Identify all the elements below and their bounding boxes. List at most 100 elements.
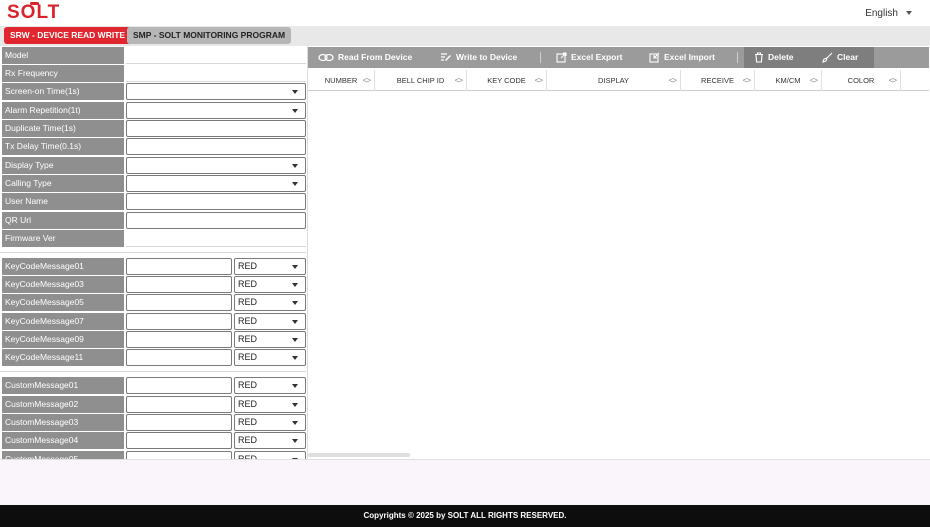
chevron-down-icon xyxy=(292,439,298,443)
custom-color-select[interactable]: RED xyxy=(234,414,306,431)
custom-message-input[interactable] xyxy=(126,414,232,431)
model-value xyxy=(126,47,306,64)
calling-type-select[interactable] xyxy=(126,175,306,192)
delete-button[interactable]: Delete xyxy=(744,47,812,68)
select-value: RED xyxy=(238,316,258,326)
copyright-text: Copyrights © 2025 by SOLT ALL RIGHTS RES… xyxy=(363,511,567,520)
screen-on-time-select[interactable] xyxy=(126,83,306,100)
select-value: RED xyxy=(238,399,258,409)
write-to-device-label: Write to Device xyxy=(456,52,518,62)
custom-color-select[interactable]: RED xyxy=(234,451,306,459)
excel-export-button[interactable]: Excel Export xyxy=(556,47,623,68)
select-value: RED xyxy=(238,435,258,445)
sort-icon: <> xyxy=(888,76,897,85)
field-label: CustomMessage01 xyxy=(2,377,124,394)
select-value: RED xyxy=(238,334,258,344)
delete-label: Delete xyxy=(768,52,794,62)
footer: Copyrights © 2025 by SOLT ALL RIGHTS RES… xyxy=(0,505,930,527)
chevron-down-icon xyxy=(292,384,298,388)
export-icon xyxy=(556,52,567,63)
keycode-color-select[interactable]: RED xyxy=(234,313,306,330)
field-label: Calling Type xyxy=(2,175,124,192)
field-label: QR Url xyxy=(2,212,124,229)
select-value: RED xyxy=(238,279,258,289)
link-icon xyxy=(318,54,334,62)
keycode-message-input[interactable] xyxy=(126,313,232,330)
excel-import-button[interactable]: Excel Import xyxy=(649,47,715,68)
horizontal-scrollbar[interactable] xyxy=(308,453,410,457)
keycode-message-input[interactable] xyxy=(126,276,232,293)
toolbar-divider xyxy=(737,52,738,63)
excel-import-label: Excel Import xyxy=(664,52,716,62)
select-value: RED xyxy=(238,417,258,427)
data-table-header: NUMBER <> BELL CHIP ID <> KEY CODE <> DISPL… xyxy=(308,70,929,91)
column-header-color[interactable]: COLOR <> xyxy=(822,70,901,91)
column-header-key-code[interactable]: KEY CODE <> xyxy=(467,70,547,91)
read-from-device-button[interactable]: Read From Device xyxy=(318,47,412,68)
column-header-number[interactable]: NUMBER <> xyxy=(308,70,375,91)
field-label: KeyCodeMessage07 xyxy=(2,313,124,330)
custom-message-input[interactable] xyxy=(126,451,232,459)
field-label: Duplicate Time(1s) xyxy=(2,120,124,137)
display-type-select[interactable] xyxy=(126,157,306,174)
custom-message-input[interactable] xyxy=(126,396,232,413)
custom-color-select[interactable]: RED xyxy=(234,432,306,449)
select-value: RED xyxy=(238,380,258,390)
field-label: KeyCodeMessage01 xyxy=(2,258,124,275)
chevron-down-icon xyxy=(292,356,298,360)
column-header-km-cm[interactable]: KM/CM <> xyxy=(755,70,822,91)
duplicate-time-input[interactable] xyxy=(126,120,306,137)
bottom-area xyxy=(0,459,930,505)
write-icon xyxy=(441,53,451,62)
column-label: DISPLAY xyxy=(597,76,630,85)
sort-icon: <> xyxy=(362,76,371,85)
keycode-message-input[interactable] xyxy=(126,294,232,311)
column-header-display[interactable]: DISPLAY <> xyxy=(547,70,681,91)
keycode-color-select[interactable]: RED xyxy=(234,276,306,293)
chevron-down-icon xyxy=(292,403,298,407)
keycode-color-select[interactable]: RED xyxy=(234,258,306,275)
field-label: KeyCodeMessage05 xyxy=(2,294,124,311)
clear-button[interactable]: Clear xyxy=(812,47,874,68)
data-table-body[interactable] xyxy=(308,92,929,458)
keycode-color-select[interactable]: RED xyxy=(234,331,306,348)
custom-message-input[interactable] xyxy=(126,377,232,394)
field-label: Firmware Ver xyxy=(2,230,124,247)
chevron-down-icon xyxy=(292,182,298,186)
language-selector[interactable]: English xyxy=(865,8,912,19)
keycode-message-input[interactable] xyxy=(126,331,232,348)
toolbar-divider xyxy=(540,52,541,63)
field-label: CustomMessage03 xyxy=(2,414,124,431)
user-name-input[interactable] xyxy=(126,193,306,210)
chevron-down-icon xyxy=(292,90,298,94)
sort-icon: <> xyxy=(742,76,751,85)
field-label: User Name xyxy=(2,193,124,210)
keycode-message-input[interactable] xyxy=(126,258,232,275)
column-header-receive[interactable]: RECEIVE <> xyxy=(681,70,755,91)
language-label: English xyxy=(865,8,898,19)
solt-logo: SOLT xyxy=(7,2,61,23)
keycode-message-input[interactable] xyxy=(126,349,232,366)
tab-srw-device-read-write[interactable]: SRW - DEVICE READ WRITE xyxy=(4,27,132,44)
qr-url-input[interactable] xyxy=(126,212,306,229)
custom-message-input[interactable] xyxy=(126,432,232,449)
chevron-down-icon xyxy=(906,11,912,16)
column-header-bell-chip-id[interactable]: BELL CHIP ID <> xyxy=(375,70,467,91)
write-to-device-button[interactable]: Write to Device xyxy=(440,47,517,68)
custom-color-select[interactable]: RED xyxy=(234,377,306,394)
field-label: KeyCodeMessage11 xyxy=(2,349,124,366)
trash-icon xyxy=(755,52,763,63)
keycode-color-select[interactable]: RED xyxy=(234,349,306,366)
tx-delay-time-input[interactable] xyxy=(126,138,306,155)
alarm-repetition-select[interactable] xyxy=(126,102,306,119)
field-label: KeyCodeMessage09 xyxy=(2,331,124,348)
custom-color-select[interactable]: RED xyxy=(234,396,306,413)
rx-frequency-value xyxy=(126,65,306,82)
keycode-color-select[interactable]: RED xyxy=(234,294,306,311)
chevron-down-icon xyxy=(292,301,298,305)
field-label: CustomMessage04 xyxy=(2,432,124,449)
tab-smp-monitoring-program[interactable]: SMP - SOLT MONITORING PROGRAM xyxy=(127,27,292,44)
sort-icon: <> xyxy=(668,76,677,85)
column-label: BELL CHIP ID xyxy=(396,76,445,85)
column-label: COLOR xyxy=(847,76,875,85)
